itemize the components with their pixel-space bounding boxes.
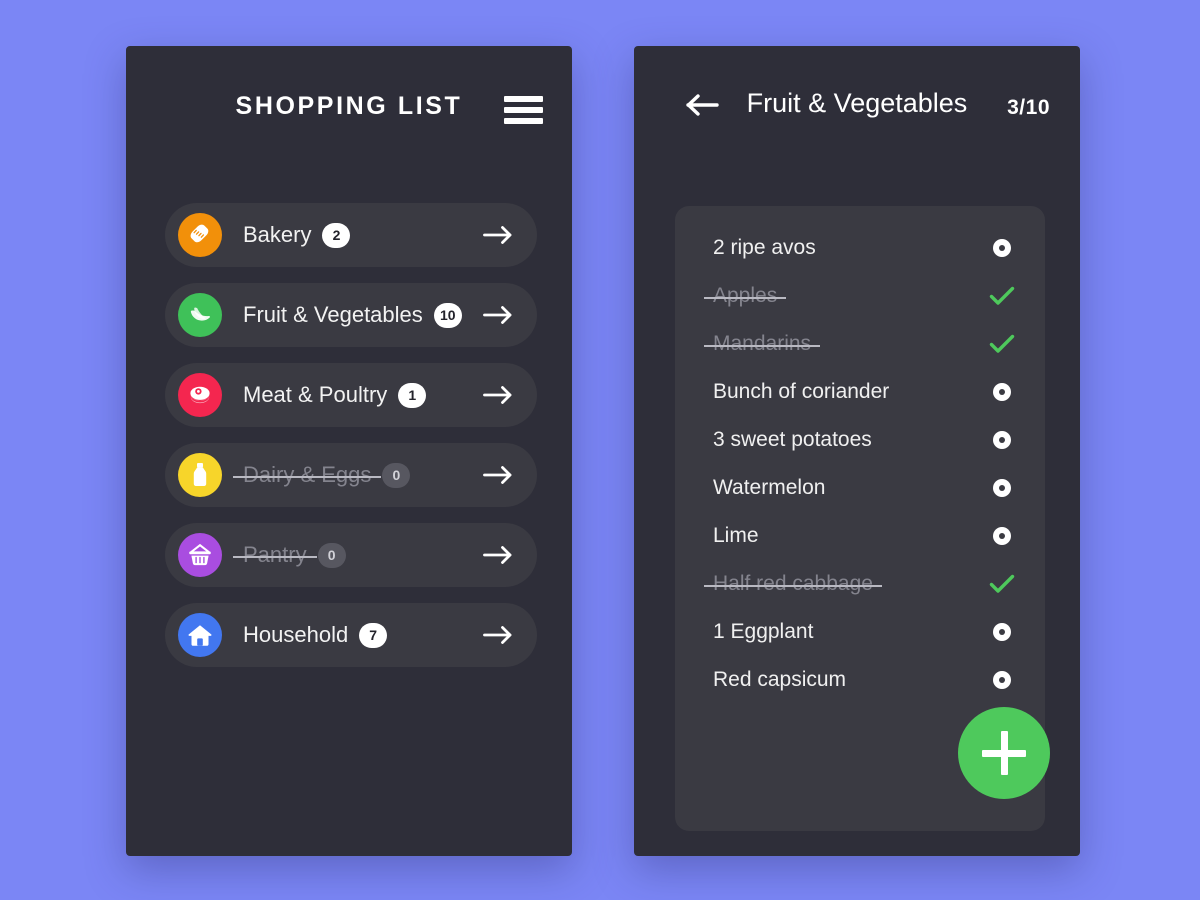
- list-item[interactable]: 2 ripe avos: [675, 224, 1045, 272]
- circle-dot-icon: [993, 671, 1011, 689]
- circle-dot-icon[interactable]: [989, 427, 1015, 453]
- progress-counter: 3/10: [1007, 96, 1050, 119]
- check-icon[interactable]: [989, 571, 1015, 597]
- item-list: 2 ripe avos Apples Mandarins Bunch of coria…: [675, 224, 1045, 704]
- shopping-list-screen: SHOPPING LIST Bakery 2 Fruit & Vegetables 1…: [126, 46, 572, 856]
- category-label: Pantry: [233, 542, 317, 567]
- detail-header: Fruit & Vegetables 3/10: [634, 46, 1080, 160]
- category-row[interactable]: Pantry 0: [165, 523, 537, 587]
- arrow-right-icon[interactable]: [483, 304, 513, 326]
- category-row[interactable]: Fruit & Vegetables 10: [165, 283, 537, 347]
- bread-icon: [178, 213, 222, 257]
- house-icon: [178, 613, 222, 657]
- arrow-right-icon[interactable]: [483, 224, 513, 246]
- item-label: 2 ripe avos: [713, 236, 816, 259]
- item-label: 3 sweet potatoes: [713, 428, 872, 451]
- category-label: Meat & Poultry: [243, 382, 388, 407]
- circle-dot-icon[interactable]: [989, 379, 1015, 405]
- category-label: Fruit & Vegetables: [243, 302, 423, 327]
- item-label: Watermelon: [713, 476, 826, 499]
- circle-dot-icon[interactable]: [989, 619, 1015, 645]
- plus-icon: [1000, 731, 1008, 775]
- category-label: Bakery: [243, 222, 312, 247]
- hamburger-menu-icon[interactable]: [504, 96, 543, 124]
- list-header: SHOPPING LIST: [126, 46, 572, 158]
- category-count-badge: 1: [398, 382, 427, 408]
- category-row[interactable]: Bakery 2: [165, 203, 537, 267]
- category-row[interactable]: Household 7: [165, 603, 537, 667]
- circle-dot-icon: [993, 527, 1011, 545]
- milk-bottle-icon: [178, 453, 222, 497]
- item-label: Mandarins: [703, 332, 821, 355]
- list-item[interactable]: Apples: [675, 272, 1045, 320]
- arrow-right-icon[interactable]: [483, 624, 513, 646]
- item-label: Bunch of coriander: [713, 380, 890, 403]
- add-item-button[interactable]: [958, 707, 1050, 799]
- item-label: Half red cabbage: [704, 572, 882, 595]
- banana-icon: [178, 293, 222, 337]
- category-detail-screen: Fruit & Vegetables 3/10 2 ripe avos Apple…: [634, 46, 1080, 856]
- category-row[interactable]: Dairy & Eggs 0: [165, 443, 537, 507]
- circle-dot-icon: [993, 383, 1011, 401]
- category-label: Dairy & Eggs: [232, 462, 382, 487]
- circle-dot-icon: [993, 239, 1011, 257]
- item-label: Apples: [703, 284, 787, 307]
- list-item[interactable]: Bunch of coriander: [675, 368, 1045, 416]
- circle-dot-icon[interactable]: [989, 475, 1015, 501]
- circle-dot-icon[interactable]: [989, 235, 1015, 261]
- circle-dot-icon: [993, 431, 1011, 449]
- list-item[interactable]: 1 Eggplant: [675, 608, 1045, 656]
- list-item[interactable]: Half red cabbage: [675, 560, 1045, 608]
- arrow-right-icon[interactable]: [483, 544, 513, 566]
- steak-icon: [178, 373, 222, 417]
- list-item[interactable]: Red capsicum: [675, 656, 1045, 704]
- circle-dot-icon: [993, 623, 1011, 641]
- item-label: Red capsicum: [713, 668, 847, 691]
- hamburger-bar: [504, 107, 543, 113]
- arrow-right-icon[interactable]: [483, 464, 513, 486]
- category-count-badge: 0: [317, 542, 346, 568]
- category-count-badge: 10: [433, 302, 462, 328]
- category-row[interactable]: Meat & Poultry 1: [165, 363, 537, 427]
- basket-icon: [178, 533, 222, 577]
- category-list: Bakery 2 Fruit & Vegetables 10 Meat & Poultr…: [165, 203, 537, 683]
- circle-dot-icon: [993, 479, 1011, 497]
- check-icon[interactable]: [989, 331, 1015, 357]
- list-item[interactable]: 3 sweet potatoes: [675, 416, 1045, 464]
- list-item[interactable]: Lime: [675, 512, 1045, 560]
- check-icon[interactable]: [989, 283, 1015, 309]
- category-count-badge: 7: [359, 622, 388, 648]
- list-item[interactable]: Watermelon: [675, 464, 1045, 512]
- item-label: 1 Eggplant: [713, 620, 814, 643]
- hamburger-bar: [504, 96, 543, 102]
- arrow-right-icon[interactable]: [483, 384, 513, 406]
- category-count-badge: 2: [322, 222, 351, 248]
- item-label: Lime: [713, 524, 759, 547]
- circle-dot-icon[interactable]: [989, 667, 1015, 693]
- category-label: Household: [243, 622, 349, 647]
- hamburger-bar: [504, 118, 543, 124]
- category-count-badge: 0: [382, 462, 411, 488]
- list-item[interactable]: Mandarins: [675, 320, 1045, 368]
- circle-dot-icon[interactable]: [989, 523, 1015, 549]
